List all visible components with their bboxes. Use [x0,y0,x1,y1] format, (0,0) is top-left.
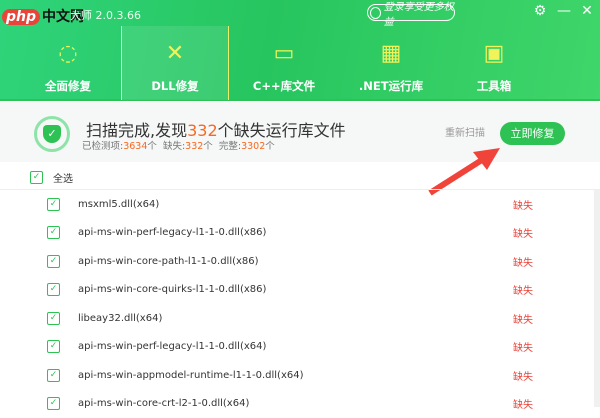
tab-label: .NET运行库 [359,79,423,93]
tab-cpp-library[interactable]: ▭ C++库文件 [230,26,338,100]
header: php中文网 大师 2.0.3.66 登录享受更多权益 ⚙ — ✕ ◌全面修复 … [0,0,600,101]
login-label: 登录享受更多权益 [384,0,454,28]
fix-now-button[interactable]: 立即修复 [500,122,565,145]
list-item: ✓ libeay32.dll(x64) 缺失 [0,304,594,333]
status-missing: 缺失 [513,254,533,269]
list-item: ✓ api-ms-win-perf-legacy-l1-1-0.dll(x64) 缺… [0,333,594,362]
scrollbar[interactable] [594,190,600,407]
list-item: ✓ msxml5.dll(x64) 缺失 [0,190,594,219]
status-missing: 缺失 [513,311,533,326]
list-item: ✓ api-ms-win-core-path-l1-1-0.dll(x86) 缺失 [0,247,594,276]
list-item: ✓ api-ms-win-core-crt-l2-1-0.dll(x64) 缺失 [0,390,594,418]
scan-summary: ✓ 扫描完成,发现332个缺失运行库文件 已检测项:3634个 缺失:332个 … [0,102,600,162]
tools-cross-icon: ✕ [157,36,193,70]
tab-dll-repair[interactable]: ✕ DLL修复 [121,26,229,100]
item-checkbox[interactable]: ✓ [47,397,60,410]
item-checkbox[interactable]: ✓ [47,369,60,382]
status-missing: 缺失 [513,282,533,297]
shield-check-icon: ✓ [34,116,70,152]
checkbox-checked[interactable]: ✓ [30,171,43,184]
dll-name: api-ms-win-core-crt-l2-1-0.dll(x64) [78,398,249,409]
list-item: ✓ api-ms-win-appmodel-runtime-l1-1-0.dll(… [0,361,594,390]
status-missing: 缺失 [513,368,533,383]
tab-label: 工具箱 [477,79,512,93]
dll-name: api-ms-win-core-quirks-l1-1-0.dll(x86) [78,284,266,295]
toolbox-icon: ▣ [476,36,512,70]
item-checkbox[interactable]: ✓ [47,255,60,268]
close-button[interactable]: ✕ [578,3,596,19]
dll-name: libeay32.dll(x64) [78,313,162,324]
list-item: ✓ api-ms-win-core-quirks-l1-1-0.dll(x86) 缺… [0,276,594,305]
status-missing: 缺失 [513,197,533,212]
list-item: ✓ api-ms-win-perf-legacy-l1-1-0.dll(x86) 缺… [0,219,594,248]
tab-toolbox[interactable]: ▣ 工具箱 [440,26,548,100]
login-button[interactable]: 登录享受更多权益 [367,4,455,21]
item-checkbox[interactable]: ✓ [47,312,60,325]
minimize-button[interactable]: — [555,3,573,19]
dll-name: msxml5.dll(x64) [78,199,159,210]
select-all[interactable]: ✓ 全选 [30,170,73,185]
status-missing: 缺失 [513,339,533,354]
dll-name: api-ms-win-core-path-l1-1-0.dll(x86) [78,256,259,267]
dll-name: api-ms-win-appmodel-runtime-l1-1-0.dll(x… [78,370,304,381]
select-all-label: 全选 [53,170,73,185]
app-version: 大师 2.0.3.66 [70,7,141,23]
refresh-cycle-icon: ◌ [50,36,86,70]
item-checkbox[interactable]: ✓ [47,283,60,296]
rescan-link[interactable]: 重新扫描 [445,124,485,139]
scan-stats: 已检测项:3634个 缺失:332个 完整:3302个 [82,138,275,152]
user-icon [370,7,381,19]
tab-full-repair[interactable]: ◌ 全面修复 [14,26,122,100]
item-checkbox[interactable]: ✓ [47,226,60,239]
dll-name: api-ms-win-perf-legacy-l1-1-0.dll(x86) [78,227,266,238]
tab-label: 全面修复 [45,79,91,93]
tab-label: C++库文件 [253,79,315,93]
status-missing: 缺失 [513,396,533,411]
dotnet-calendar-icon: ▦ [373,36,409,70]
dll-list: ✓ msxml5.dll(x64) 缺失 ✓ api-ms-win-perf-legac… [0,190,594,418]
item-checkbox[interactable]: ✓ [47,340,60,353]
tab-dotnet-runtime[interactable]: ▦ .NET运行库 [337,26,445,100]
status-missing: 缺失 [513,225,533,240]
settings-icon[interactable]: ⚙ [531,3,549,19]
item-checkbox[interactable]: ✓ [47,198,60,211]
tab-label: DLL修复 [151,79,198,93]
monitor-code-icon: ▭ [266,36,302,70]
dll-name: api-ms-win-perf-legacy-l1-1-0.dll(x64) [78,341,266,352]
